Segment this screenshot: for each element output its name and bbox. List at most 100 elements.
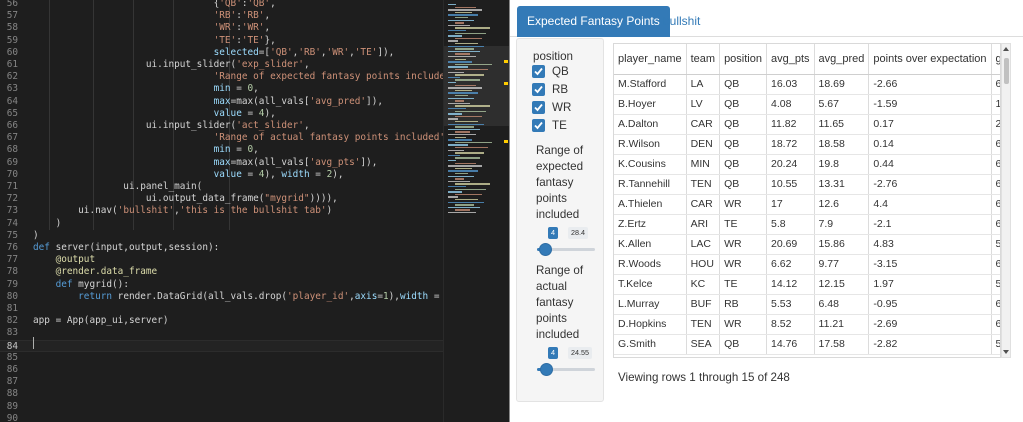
code-line[interactable]: 83 <box>0 327 443 339</box>
table-cell: -1.59 <box>868 94 992 115</box>
minimap-line <box>455 22 464 24</box>
code-line[interactable]: 66 ui.input_slider('act_slider', <box>0 120 443 132</box>
line-number: 75 <box>6 229 18 241</box>
checkbox-qb[interactable] <box>532 65 545 78</box>
column-header[interactable]: team <box>686 44 721 75</box>
data-grid[interactable]: player_name team position avg_pts avg_pred po… <box>613 43 1001 358</box>
code-line[interactable]: 79 def mygrid(): <box>0 279 443 291</box>
table-row[interactable]: G.Smith SEA QB 14.76 17.58 -2.82 5 <box>614 334 1000 355</box>
minimap-line <box>448 24 470 27</box>
column-header[interactable]: player_name <box>614 44 687 75</box>
minimap-line <box>448 66 468 68</box>
code-line[interactable]: 81 <box>0 303 443 315</box>
exp-slider-handle[interactable] <box>539 243 553 256</box>
text-cursor <box>33 337 34 349</box>
code-line[interactable]: 65 value = 4), <box>0 108 443 120</box>
table-row[interactable]: R.Woods HOU WR 6.62 9.77 -3.15 6 <box>614 254 1000 275</box>
column-header[interactable]: gam <box>991 44 1000 75</box>
code-line[interactable]: 64 max=max(all_vals['avg_pred']), <box>0 96 443 108</box>
minimap-line <box>455 79 480 81</box>
table-row[interactable]: T.Kelce KC TE 14.12 12.15 1.97 5 <box>614 274 1000 295</box>
table-row[interactable]: Z.Ertz ARI TE 5.8 7.9 -2.1 6 <box>614 214 1000 235</box>
checkbox-te[interactable] <box>532 119 545 132</box>
code-line[interactable]: 59 'TE':'TE'}, <box>0 35 443 47</box>
code-line[interactable]: 60 selected=['QB','RB','WR','TE']), <box>0 47 443 59</box>
tab-bar: Expected Fantasy Points bullshit <box>510 0 1023 37</box>
code-line[interactable]: 61 ui.input_slider('exp_slider', <box>0 59 443 71</box>
code-line[interactable]: 58 'WR':'WR', <box>0 22 443 34</box>
code-line[interactable]: 75) <box>0 230 443 242</box>
code-editor[interactable]: 56 {'QB':'QB', 57 'RB':'RB', 58 'WR':'WR',… <box>0 0 443 422</box>
code-line[interactable]: 78 @render.data_frame <box>0 266 443 278</box>
table-cell: 14.76 <box>766 334 815 355</box>
checkbox-wr[interactable] <box>532 101 545 114</box>
table-row[interactable]: K.Allen LAC WR 20.69 15.86 4.83 5 <box>614 234 1000 255</box>
table-cell: 6 <box>991 74 1000 95</box>
code-line[interactable]: 77 @output <box>0 254 443 266</box>
check-icon <box>534 121 543 130</box>
column-header[interactable]: points over expectation <box>868 44 992 75</box>
code-line[interactable]: 85 <box>0 352 443 364</box>
table-cell: CAR <box>686 114 721 135</box>
table-row[interactable]: A.Thielen CAR WR 17 12.6 4.4 6 <box>614 194 1000 215</box>
scroll-down-icon[interactable] <box>1003 350 1009 354</box>
table-row[interactable]: A.Dalton CAR QB 11.82 11.65 0.17 2 <box>614 114 1000 135</box>
code-line[interactable]: 63 min = 0, <box>0 83 443 95</box>
editor-minimap[interactable] <box>443 0 509 422</box>
grid-vertical-scrollbar[interactable] <box>1001 43 1011 358</box>
table-cell: 5.67 <box>814 94 870 115</box>
table-cell: QB <box>719 94 767 115</box>
code-line[interactable]: 67 'Range of actual fantasy points inclu… <box>0 132 443 144</box>
table-row[interactable]: R.Tannehill TEN QB 10.55 13.31 -2.76 6 <box>614 174 1000 195</box>
code-line[interactable]: 57 'RB':'RB', <box>0 10 443 22</box>
checkbox-rb[interactable] <box>532 83 545 96</box>
scroll-up-icon[interactable] <box>1003 47 1009 51</box>
code-line[interactable]: 80 return render.DataGrid(all_vals.drop(… <box>0 291 443 303</box>
line-number: 83 <box>6 327 18 339</box>
code-line[interactable]: 72 ui.output_data_frame("mygrid")))), <box>0 193 443 205</box>
scrollbar-thumb[interactable] <box>1004 58 1009 84</box>
column-header[interactable]: avg_pts <box>766 44 815 75</box>
tab-expected-fantasy-points[interactable]: Expected Fantasy Points <box>517 6 670 37</box>
table-row[interactable]: K.Cousins MIN QB 20.24 19.8 0.44 6 <box>614 154 1000 175</box>
code-line[interactable]: 69 max=max(all_vals['avg_pts']), <box>0 157 443 169</box>
code-line[interactable]: 86 <box>0 364 443 376</box>
code-line[interactable]: 73 ui.nav('bullshit','this is the bullsh… <box>0 205 443 217</box>
code-line[interactable]: 82 app = App(app_ui,server) <box>0 315 443 327</box>
code-line[interactable]: 76 def server(input,output,session): <box>0 242 443 254</box>
code-line[interactable]: 88 <box>0 388 443 400</box>
code-text: ) <box>33 217 62 229</box>
table-cell: 10.55 <box>766 174 815 195</box>
code-text: max=max(all_vals['avg_pred']), <box>213 95 383 107</box>
tab-bullshit[interactable]: bullshit <box>653 6 710 37</box>
table-row[interactable]: B.Hoyer LV QB 4.08 5.67 -1.59 1 <box>614 94 1000 115</box>
table-row[interactable]: M.Stafford LA QB 16.03 18.69 -2.66 6 <box>614 74 1000 95</box>
table-cell: Z.Ertz <box>614 214 687 235</box>
minimap-line <box>448 206 480 209</box>
code-line[interactable]: 89 <box>0 401 443 413</box>
table-cell: 0.44 <box>868 154 992 175</box>
code-line[interactable]: 87 <box>0 376 443 388</box>
act-slider-handle[interactable] <box>540 363 554 376</box>
table-cell: T.Kelce <box>614 274 687 295</box>
table-row[interactable]: L.Murray BUF RB 5.53 6.48 -0.95 6 <box>614 294 1000 315</box>
code-line[interactable]: 68 min = 0, <box>0 144 443 156</box>
column-header[interactable]: avg_pred <box>814 44 870 75</box>
code-text: 'RB':'RB', <box>213 10 271 22</box>
code-line[interactable]: 84 <box>0 339 443 352</box>
table-cell: A.Dalton <box>614 114 687 135</box>
code-line[interactable]: 74 ) <box>0 218 443 230</box>
code-line[interactable]: 70 value = 4), width = 2), <box>0 169 443 181</box>
table-cell: -3.15 <box>868 254 992 275</box>
code-line[interactable]: 90 <box>0 413 443 422</box>
table-cell: 2 <box>991 114 1000 135</box>
table-row[interactable]: D.Hopkins TEN WR 8.52 11.21 -2.69 6 <box>614 314 1000 335</box>
table-cell: 17.58 <box>814 334 870 355</box>
table-row[interactable]: R.Wilson DEN QB 18.72 18.58 0.14 6 <box>614 134 1000 155</box>
code-line[interactable]: 56 {'QB':'QB', <box>0 0 443 10</box>
table-cell: QB <box>719 174 767 195</box>
code-line[interactable]: 62 'Range of expected fantasy points inc… <box>0 71 443 83</box>
minimap-line <box>455 48 474 50</box>
code-line[interactable]: 71 ui.panel_main( <box>0 181 443 193</box>
column-header[interactable]: position <box>719 44 767 75</box>
